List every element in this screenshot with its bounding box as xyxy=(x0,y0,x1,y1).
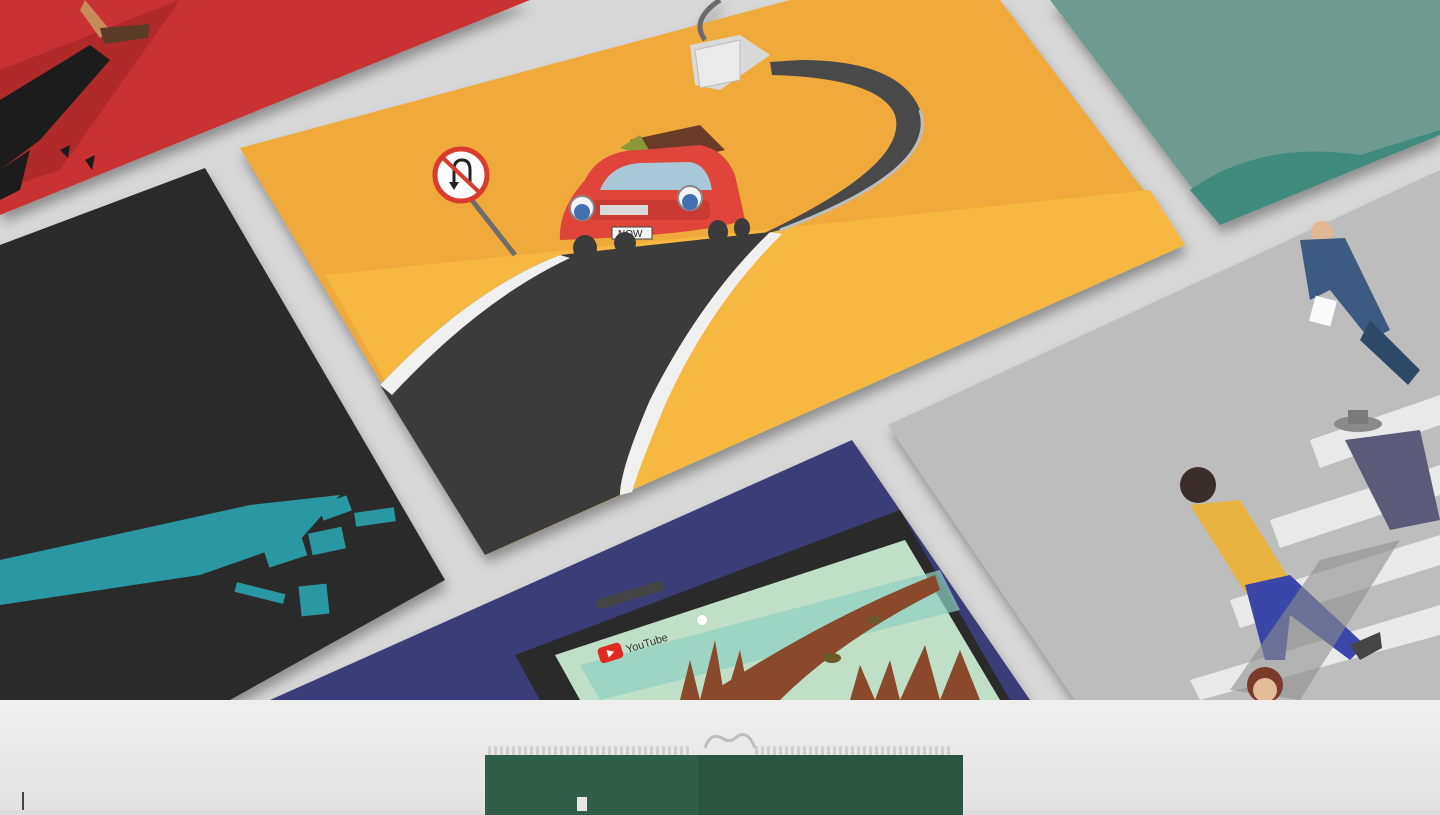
calendar-left-page xyxy=(485,755,698,815)
illustration-collage: YouTube xyxy=(0,0,1440,700)
collage-svg: YouTube xyxy=(0,0,1440,700)
pin-mark xyxy=(22,792,24,810)
wall-calendar xyxy=(485,755,963,815)
calendar-hanger-hook xyxy=(703,733,757,749)
calendar-right-page xyxy=(698,755,963,815)
calendar-logo-icon xyxy=(577,797,587,811)
no-u-turn-icon xyxy=(432,146,490,204)
